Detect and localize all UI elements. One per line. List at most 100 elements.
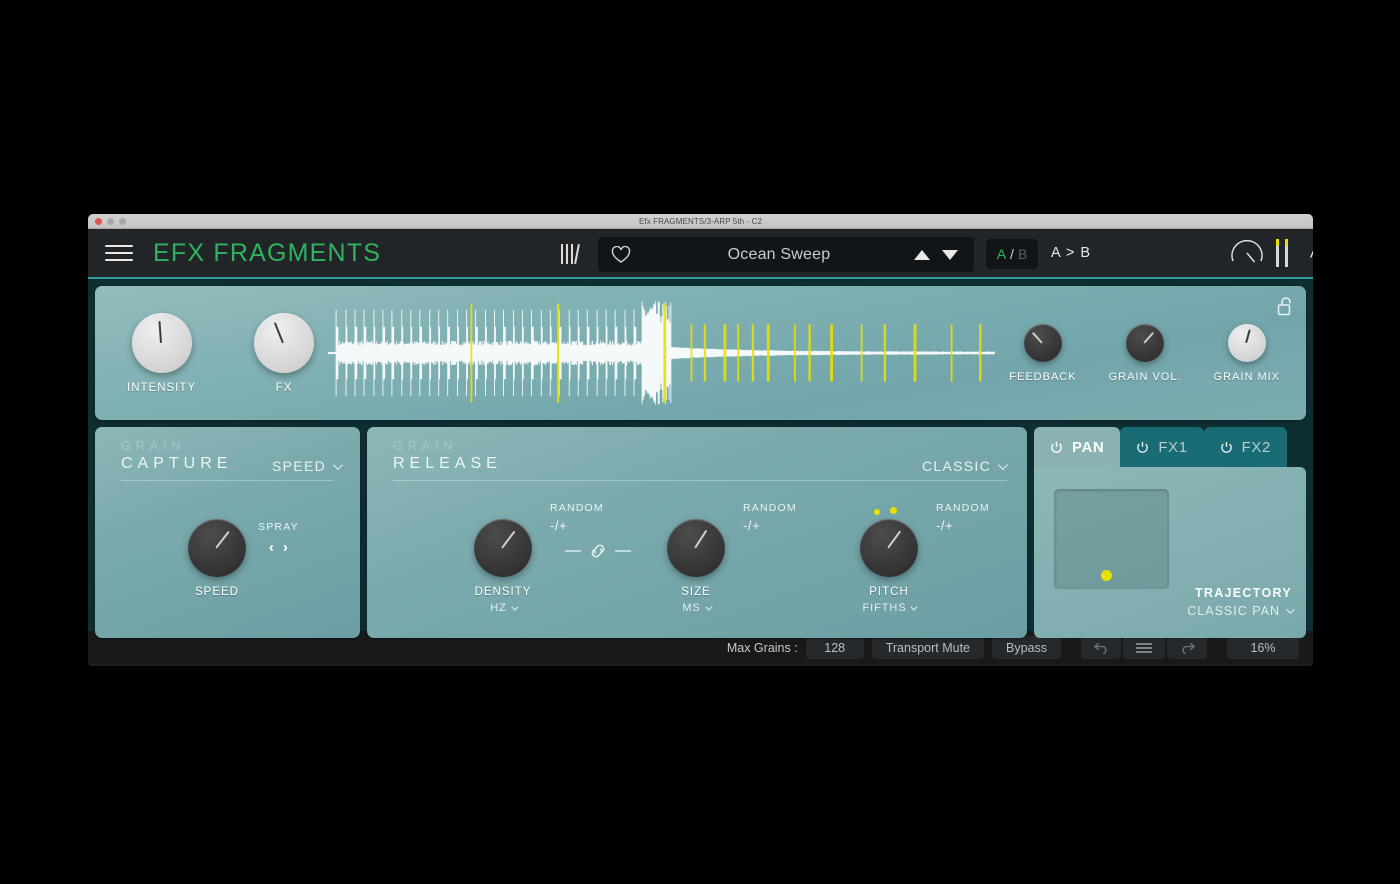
plugin-window: Efx FRAGMENTS/3-ARP 5th - C2 EFX FRAGMEN…: [88, 214, 1313, 666]
chevron-down-icon: [332, 459, 343, 470]
pitch-random-label: RANDOM: [936, 502, 990, 514]
app-header: EFX FRAGMENTS Ocean Sweep A / B A > B: [88, 229, 1313, 279]
ab-copy-button[interactable]: A > B: [1051, 245, 1091, 261]
grain-mix-knob-label: GRAIN MIX: [1213, 370, 1280, 383]
power-icon[interactable]: [1050, 441, 1063, 454]
grain-release-panel: GRAIN RELEASE CLASSIC DENSITY HZ RANDOM …: [367, 427, 1027, 638]
max-grains-value[interactable]: 128: [805, 636, 864, 659]
grain-vol-knob[interactable]: [1119, 316, 1172, 369]
tab-pan[interactable]: PAN: [1034, 427, 1121, 467]
power-icon[interactable]: [1220, 441, 1233, 454]
preset-next-button[interactable]: [942, 249, 958, 260]
preset-nav: [914, 249, 974, 260]
capture-mode-value: SPEED: [272, 458, 326, 474]
size-unit-dropdown[interactable]: MS: [667, 602, 725, 614]
pitch-indicator-dot-2: [890, 507, 897, 514]
waveform-path: [328, 301, 996, 405]
library-icon[interactable]: [561, 242, 595, 265]
intensity-knob-label: INTENSITY: [127, 381, 197, 394]
pitch-unit-dropdown[interactable]: FIFTHS: [860, 602, 918, 614]
release-mode-dropdown[interactable]: CLASSIC: [922, 458, 1008, 474]
faders-icon[interactable]: [1276, 239, 1288, 267]
capture-mode-dropdown[interactable]: SPEED: [272, 458, 343, 474]
tab-fx2[interactable]: FX2: [1203, 427, 1287, 467]
link-dash-right: [615, 550, 631, 552]
pitch-indicator-dot-1: [874, 509, 880, 515]
chain-link-icon[interactable]: [586, 541, 610, 561]
minimize-window-button[interactable]: [107, 217, 114, 225]
intensity-knob[interactable]: [124, 305, 199, 380]
spray-increment-button[interactable]: ›: [283, 539, 288, 556]
pitch-random-value[interactable]: -/+: [936, 518, 990, 533]
waveform-panel: INTENSITY FX FEEDBACK GRAIN VOL. GRAIN M…: [95, 286, 1306, 420]
pitch-knob[interactable]: [853, 512, 925, 584]
feedback-knob-group: FEEDBACK: [1009, 316, 1077, 383]
tab-fx2-label: FX2: [1241, 438, 1271, 456]
speed-knob[interactable]: [181, 512, 253, 584]
chevron-down-icon: [1286, 605, 1295, 614]
advanced-button[interactable]: Advanced: [1310, 245, 1313, 262]
grain-mix-knob-group: GRAIN MIX: [1213, 316, 1280, 383]
chevron-down-icon: [511, 603, 519, 611]
capture-title-large: CAPTURE: [121, 455, 233, 472]
close-window-button[interactable]: [95, 217, 102, 225]
grain-vol-knob-label: GRAIN VOL.: [1108, 370, 1182, 383]
size-knob-group: SIZE MS: [660, 512, 732, 614]
density-random-label: RANDOM: [550, 502, 604, 514]
transport-mute-button[interactable]: Transport Mute: [871, 636, 984, 659]
pan-position-dot[interactable]: [1101, 569, 1113, 581]
grain-release-title: GRAIN RELEASE: [393, 439, 502, 473]
preset-name[interactable]: Ocean Sweep: [644, 246, 914, 264]
hamburger-icon[interactable]: [105, 242, 133, 264]
density-knob[interactable]: [467, 512, 539, 584]
heart-icon[interactable]: [598, 245, 644, 264]
fx-knob-group: FX: [247, 305, 322, 394]
fx-knob[interactable]: [247, 305, 322, 380]
history-controls: [1081, 636, 1207, 659]
tab-fx1-label: FX1: [1158, 438, 1188, 456]
ab-slot-a[interactable]: A: [997, 246, 1006, 262]
spray-control: SPRAY ‹ ›: [258, 521, 299, 556]
waveform-display[interactable]: [328, 301, 996, 405]
bypass-button[interactable]: Bypass: [992, 636, 1061, 659]
pitch-random-group: RANDOM -/+: [936, 502, 990, 533]
window-traffic-lights[interactable]: [95, 217, 126, 225]
zoom-level-value[interactable]: 16%: [1227, 636, 1299, 659]
ab-compare-toggle[interactable]: A / B: [986, 239, 1038, 269]
release-title-small: GRAIN: [393, 439, 458, 453]
window-title: Efx FRAGMENTS/3-ARP 5th - C2: [638, 216, 763, 226]
spray-decrement-button[interactable]: ‹: [269, 539, 274, 556]
tab-fx1[interactable]: FX1: [1120, 427, 1204, 467]
feedback-knob[interactable]: [1016, 316, 1069, 369]
trajectory-dropdown[interactable]: CLASSIC PAN: [1187, 604, 1295, 618]
ab-separator: /: [1010, 246, 1014, 262]
speed-knob-label: SPEED: [195, 586, 239, 598]
fx-knob-cap: [254, 312, 315, 373]
density-size-link[interactable]: [565, 541, 631, 561]
chevron-down-icon: [910, 603, 918, 611]
feedback-knob-label: FEEDBACK: [1009, 370, 1077, 383]
undo-arrow-icon[interactable]: [1081, 636, 1121, 659]
history-list-icon[interactable]: [1123, 636, 1165, 659]
size-random-value[interactable]: -/+: [743, 518, 797, 533]
density-random-group: RANDOM -/+: [550, 502, 604, 533]
size-knob-label: SIZE: [681, 586, 711, 598]
size-random-label: RANDOM: [743, 502, 797, 514]
power-icon[interactable]: [1136, 441, 1149, 454]
ab-slot-b[interactable]: B: [1018, 246, 1027, 262]
link-dash-left: [565, 550, 581, 552]
spray-label: SPRAY: [258, 521, 299, 533]
unlocked-padlock-icon[interactable]: [1277, 296, 1294, 316]
grain-mix-knob[interactable]: [1220, 316, 1273, 369]
speed-knob-group: SPEED: [181, 512, 253, 598]
redo-arrow-icon[interactable]: [1167, 636, 1207, 659]
release-rule: [393, 480, 1007, 481]
zoom-window-button[interactable]: [119, 217, 126, 225]
density-unit-dropdown[interactable]: HZ: [474, 602, 532, 614]
gauge-icon[interactable]: [1228, 234, 1266, 272]
preset-prev-button[interactable]: [914, 249, 930, 260]
pan-xy-pad[interactable]: [1054, 489, 1169, 589]
density-random-value[interactable]: -/+: [550, 518, 604, 533]
size-knob[interactable]: [660, 512, 732, 584]
grain-capture-title: GRAIN CAPTURE: [121, 439, 232, 473]
